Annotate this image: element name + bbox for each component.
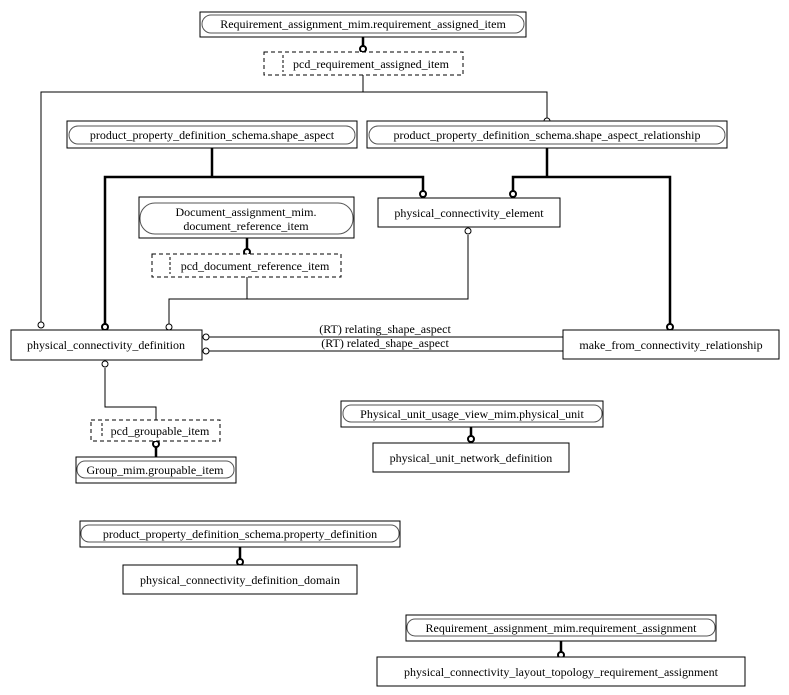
thick-circle-icon <box>236 558 244 566</box>
entity-label: physical_connectivity_layout_topology_re… <box>404 665 719 679</box>
entity-document-reference-item[interactable]: Document_assignment_mim. document_refere… <box>138 196 355 239</box>
entity-requirement-assignment[interactable]: Requirement_assignment_mim.requirement_a… <box>405 614 717 642</box>
entity-label: physical_unit_network_definition <box>390 451 553 465</box>
express-g-diagram: Requirement_assignment_mim.requirement_a… <box>10 11 780 687</box>
entity-label: pcd_document_reference_item <box>181 259 330 273</box>
entity-physical-connectivity-definition-domain[interactable]: physical_connectivity_definition_domain <box>122 564 358 595</box>
entity-shape-aspect-relationship[interactable]: product_property_definition_schema.shape… <box>366 120 728 149</box>
connector-sar-to-make-from <box>547 175 672 324</box>
entity-label: physical_connectivity_element <box>394 206 544 220</box>
thin-circle-icon <box>202 333 210 341</box>
entity-make-from-connectivity-relationship[interactable]: make_from_connectivity_relationship <box>562 329 780 360</box>
entity-pcd-requirement-assigned-item[interactable]: pcd_requirement_assigned_item <box>263 51 464 76</box>
thin-circle-icon <box>101 360 109 368</box>
thin-circle-icon <box>464 227 472 235</box>
thick-circle-icon <box>509 190 517 198</box>
connector-sar-to-element <box>511 175 547 191</box>
entity-shape-aspect[interactable]: product_property_definition_schema.shape… <box>66 120 358 149</box>
thick-circle-icon <box>419 190 427 198</box>
entity-label: product_property_definition_schema.shape… <box>90 128 335 142</box>
entity-requirement-assigned-item[interactable]: Requirement_assignment_mim.requirement_a… <box>199 11 527 38</box>
entity-physical-unit-network-definition[interactable]: physical_unit_network_definition <box>372 442 570 473</box>
entity-label-line2: document_reference_item <box>183 219 309 233</box>
thin-circle-icon <box>165 323 173 331</box>
relation-label-relating-shape-aspect: (RT) relating_shape_aspect <box>319 322 451 336</box>
thick-circle-icon <box>101 323 109 331</box>
entity-label-line1: Document_assignment_mim. <box>176 205 317 219</box>
entity-label: physical_connectivity_definition <box>27 338 185 352</box>
entity-label: Group_mim.groupable_item <box>87 463 225 477</box>
entity-physical-unit[interactable]: Physical_unit_usage_view_mim.physical_un… <box>340 400 604 428</box>
entity-physical-connectivity-definition[interactable]: physical_connectivity_definition <box>10 329 203 361</box>
thin-circle-icon <box>202 347 210 355</box>
connector-def-to-pcd-groupable <box>104 368 157 421</box>
entity-pcd-document-reference-item[interactable]: pcd_document_reference_item <box>151 253 342 278</box>
entity-label: pcd_groupable_item <box>111 424 210 438</box>
entity-groupable-item[interactable]: Group_mim.groupable_item <box>75 456 237 484</box>
thick-circle-icon <box>467 435 475 443</box>
connector-pcd-doc-to-def <box>168 235 469 324</box>
thick-circle-icon <box>666 323 674 331</box>
connector-pcd-req-right <box>363 91 548 118</box>
entity-label: make_from_connectivity_relationship <box>579 338 762 352</box>
entity-physical-connectivity-element[interactable]: physical_connectivity_element <box>377 197 561 228</box>
entity-label: Requirement_assignment_mim.requirement_a… <box>426 621 698 635</box>
entity-label: Requirement_assignment_mim.requirement_a… <box>220 17 506 31</box>
entity-pcd-groupable-item[interactable]: pcd_groupable_item <box>90 419 221 442</box>
entity-label: product_property_definition_schema.shape… <box>394 128 701 142</box>
relation-label-related-shape-aspect: (RT) related_shape_aspect <box>321 336 449 350</box>
entity-label: product_property_definition_schema.prope… <box>103 527 377 541</box>
thick-circle-icon <box>152 440 160 448</box>
connector-shape-aspect-to-element <box>212 175 425 191</box>
thin-circle-icon <box>37 321 45 329</box>
entity-label: pcd_requirement_assigned_item <box>293 57 450 71</box>
entity-label: Physical_unit_usage_view_mim.physical_un… <box>360 407 584 421</box>
entity-layout-topology-requirement-assignment[interactable]: physical_connectivity_layout_topology_re… <box>376 656 746 687</box>
entity-property-definition[interactable]: product_property_definition_schema.prope… <box>79 520 401 548</box>
entity-label: physical_connectivity_definition_domain <box>140 573 340 587</box>
thick-circle-icon <box>359 45 367 53</box>
